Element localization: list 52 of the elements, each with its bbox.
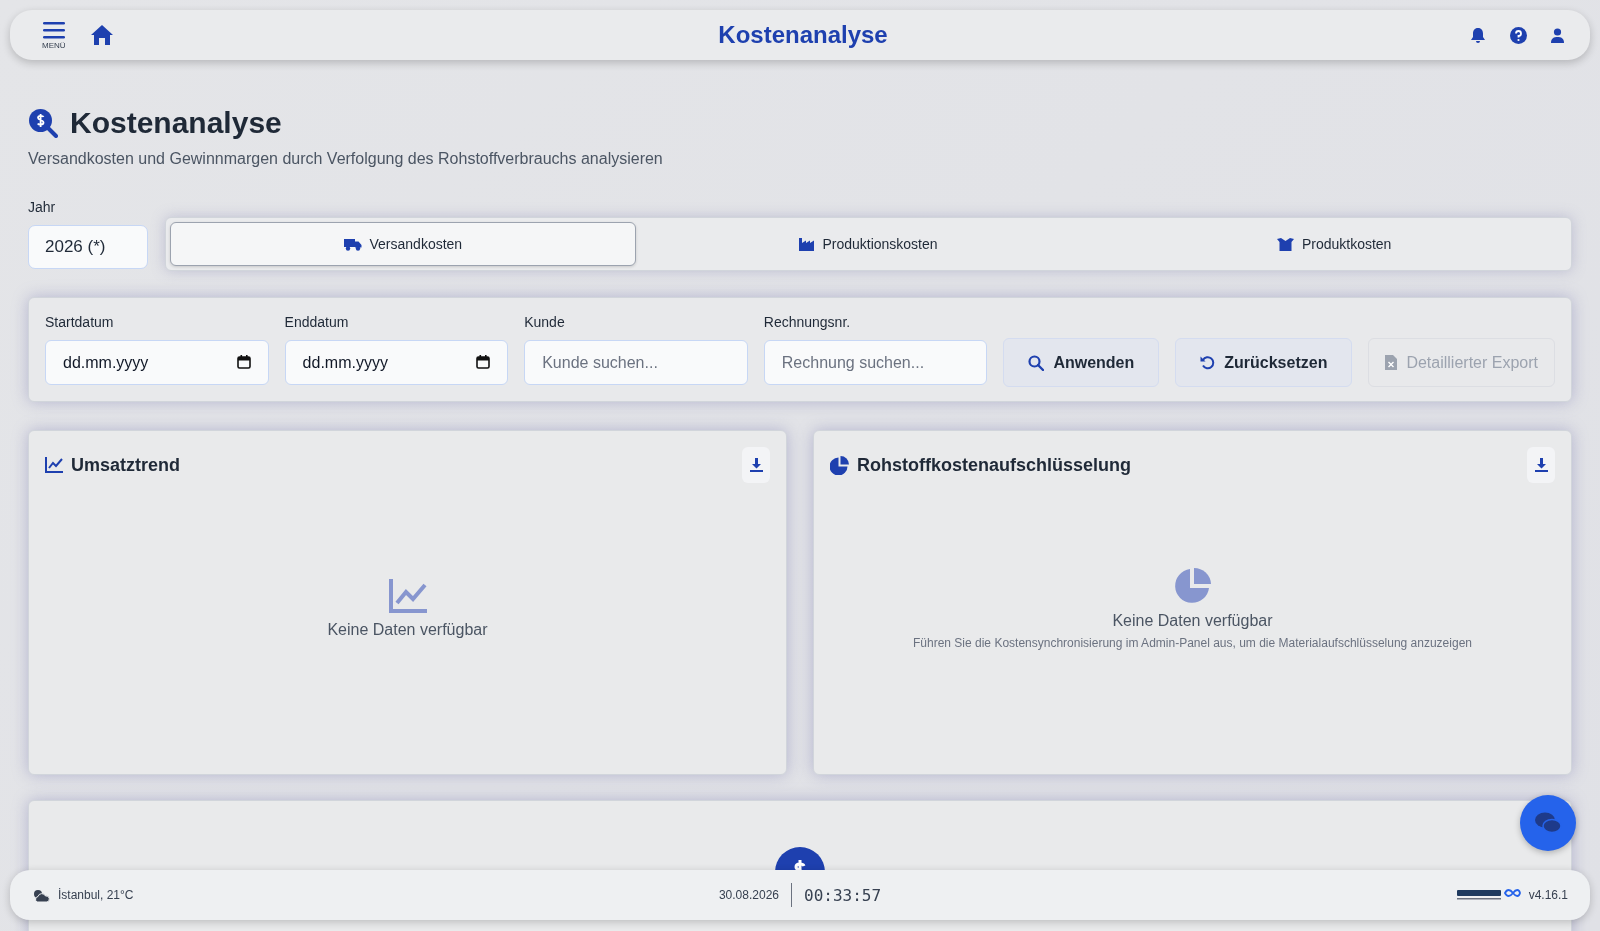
page-title: Kostenanalyse <box>70 106 282 140</box>
line-chart-icon <box>388 578 427 613</box>
version-text: v4.16.1 <box>1528 888 1568 902</box>
page-subtitle: Versandkosten und Gewinnmargen durch Verfolgung des Rohstoffverbrauchs analysieren <box>28 150 664 168</box>
weather-text: İstanbul, 21°C <box>58 888 134 902</box>
home-icon[interactable] <box>89 24 114 46</box>
logo-icon <box>1456 888 1521 902</box>
clock-text: 00:33:57 <box>804 885 882 905</box>
app-title: Kostenanalyse <box>718 21 888 49</box>
user-icon[interactable] <box>1551 27 1564 43</box>
tab[interactable]: Produktkosten <box>1101 222 1567 266</box>
date-field[interactable]: dd.mm.yyyy <box>45 340 269 385</box>
reset-button[interactable]: Zurücksetzen <box>1175 338 1353 387</box>
search-icon <box>1028 354 1045 371</box>
chat-button[interactable] <box>1520 795 1576 851</box>
reset-icon <box>1200 355 1216 370</box>
empty-state-text: Keine Daten verfügbar <box>327 620 488 639</box>
card-title: Umsatztrend <box>71 454 182 476</box>
card-title: Rohstoffkostenaufschlüsselung <box>857 454 1133 476</box>
field-label: Startdatum <box>45 314 115 330</box>
year-select[interactable]: 2026 (*) <box>28 225 148 269</box>
weather-icon <box>32 887 50 903</box>
calendar-icon[interactable] <box>236 355 251 369</box>
download-button[interactable] <box>742 447 770 483</box>
empty-state-hint: Führen Sie die Kostensynchronisierung im Admin-Panel aus, um die Materialaufschlüsselung anzuzeigen <box>913 635 1472 650</box>
download-button[interactable] <box>1527 447 1555 483</box>
line-chart-icon <box>45 457 63 473</box>
bell-icon[interactable] <box>1470 26 1486 44</box>
help-icon[interactable] <box>1510 26 1527 44</box>
tab[interactable]: Produktionskosten <box>635 222 1102 266</box>
empty-state-text: Keine Daten verfügbar <box>1112 611 1273 630</box>
calendar-icon[interactable] <box>476 355 491 369</box>
pie-chart-icon <box>830 455 849 475</box>
download-icon <box>1534 458 1548 472</box>
search-dollar-icon <box>28 108 58 138</box>
field-label: Enddatum <box>284 314 350 330</box>
spreadsheet-file-icon <box>1385 355 1398 370</box>
menu-button[interactable]: MENÜ <box>42 20 66 50</box>
tab[interactable]: Versandkosten <box>170 222 636 266</box>
pie-chart-icon <box>1173 567 1212 604</box>
search-field[interactable]: Rechnung suchen... <box>763 340 988 385</box>
chat-icon <box>1534 811 1562 835</box>
field-label: Kunde <box>524 314 566 330</box>
date-text: 30.08.2026 <box>718 888 779 902</box>
year-label: Jahr <box>28 199 57 215</box>
download-icon <box>749 458 763 472</box>
date-field[interactable]: dd.mm.yyyy <box>284 340 509 385</box>
truck-icon <box>343 237 362 251</box>
factory-icon <box>799 237 815 251</box>
field-label: Rechnungsnr. <box>763 314 852 330</box>
search-field[interactable]: Kunde suchen... <box>524 340 748 385</box>
apply-button[interactable]: Anwenden <box>1003 338 1160 387</box>
